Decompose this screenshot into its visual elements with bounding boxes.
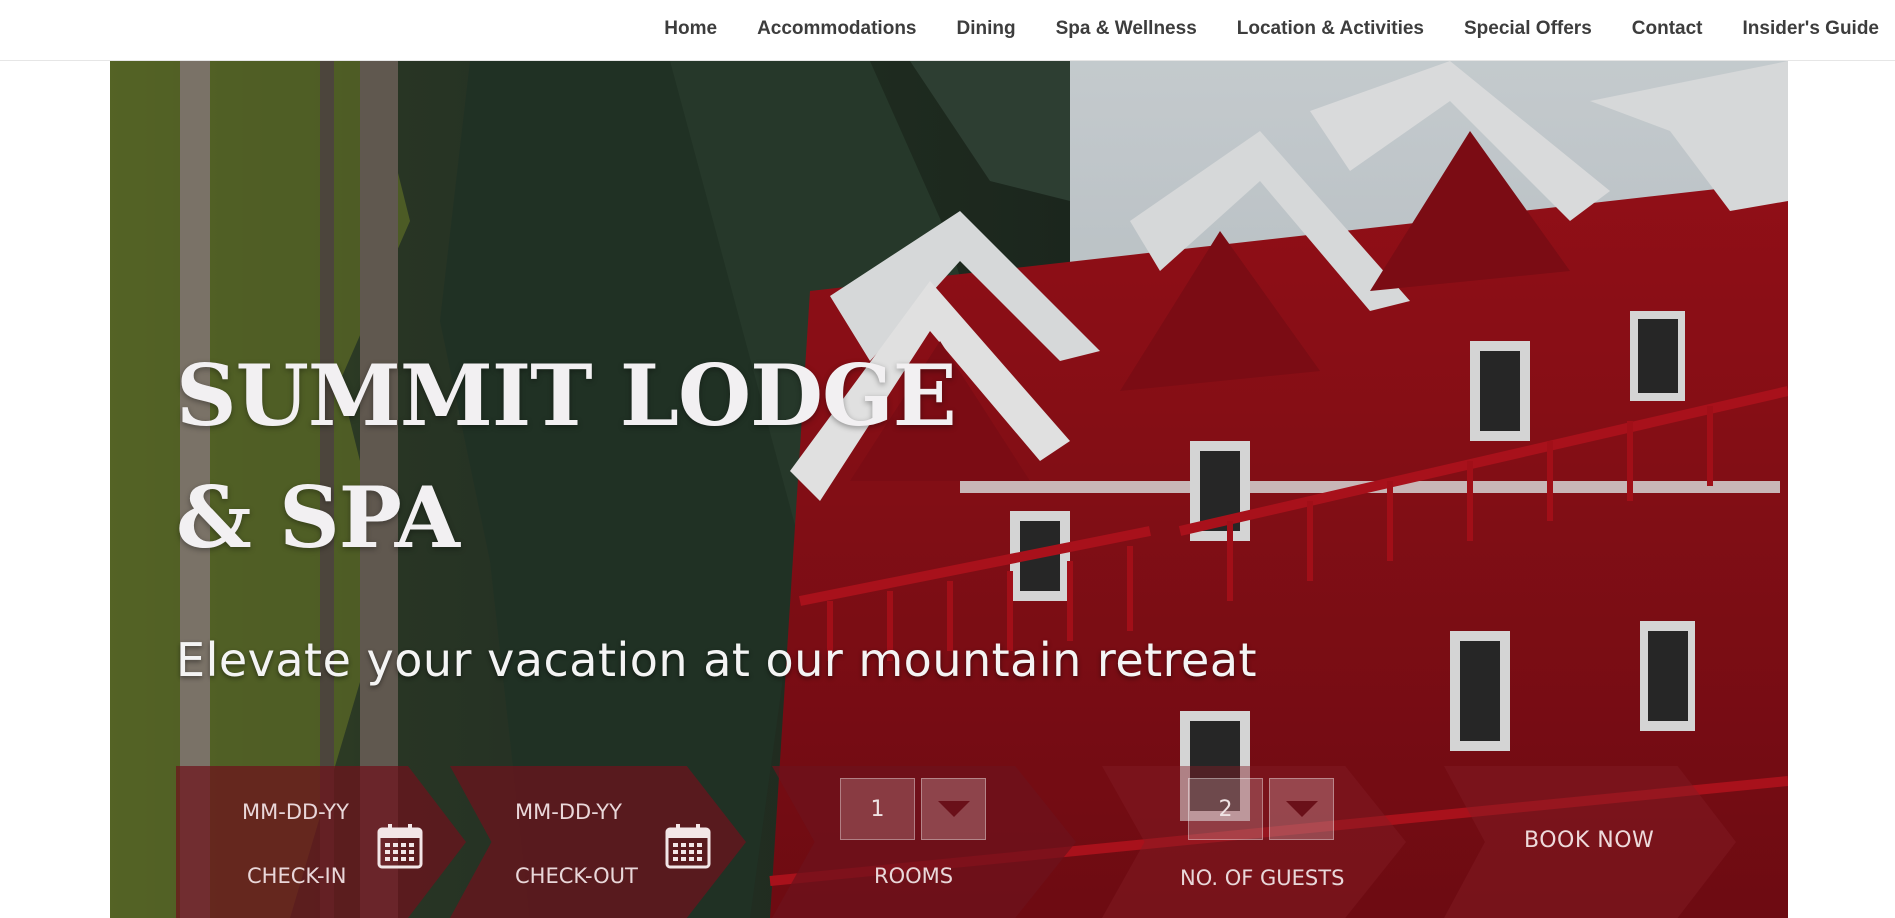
checkout-placeholder[interactable]: MM-DD-YY [515, 800, 622, 824]
nav-item-spa-wellness[interactable]: Spa & Wellness [1056, 18, 1197, 40]
guests-value[interactable]: 2 [1188, 778, 1263, 840]
nav-item-accommodations[interactable]: Accommodations [757, 18, 916, 40]
calendar-icon[interactable] [664, 822, 712, 870]
chevron-down-icon[interactable] [921, 778, 986, 840]
calendar-icon[interactable] [376, 822, 424, 870]
top-navigation-bar: Home Accommodations Dining Spa & Wellnes… [0, 0, 1895, 61]
hero-section: SUMMIT LODGE & SPA Elevate your vacation… [110, 61, 1788, 918]
nav-item-dining[interactable]: Dining [957, 18, 1016, 40]
nav-item-insiders-guide[interactable]: Insider's Guide [1743, 18, 1880, 40]
nav-item-special-offers[interactable]: Special Offers [1464, 18, 1592, 40]
guests-label: NO. OF GUESTS [1180, 866, 1345, 890]
checkout-label: CHECK-OUT [515, 864, 638, 888]
nav-item-home[interactable]: Home [664, 18, 717, 40]
checkin-placeholder[interactable]: MM-DD-YY [242, 800, 349, 824]
checkin-label: CHECK-IN [247, 864, 347, 888]
hero-title-line-2: & SPA [176, 468, 460, 567]
rooms-value[interactable]: 1 [840, 778, 915, 840]
guests-stepper[interactable]: 2 [1188, 778, 1334, 840]
booking-widget: MM-DD-YY CHECK-IN MM-DD-YY CHECK-OUT 1 R… [176, 766, 1736, 918]
nav-item-contact[interactable]: Contact [1632, 18, 1703, 40]
rooms-label: ROOMS [874, 864, 954, 888]
book-now-label[interactable]: BOOK NOW [1524, 828, 1654, 853]
rooms-stepper[interactable]: 1 [840, 778, 986, 840]
nav-item-location-activities[interactable]: Location & Activities [1237, 18, 1424, 40]
hero-title-line-1: SUMMIT LODGE [176, 346, 957, 445]
chevron-down-icon[interactable] [1269, 778, 1334, 840]
main-menu: Home Accommodations Dining Spa & Wellnes… [624, 0, 1879, 57]
hero-subtitle: Elevate your vacation at our mountain re… [176, 633, 1258, 687]
hero-title: SUMMIT LODGE & SPA [176, 335, 957, 579]
